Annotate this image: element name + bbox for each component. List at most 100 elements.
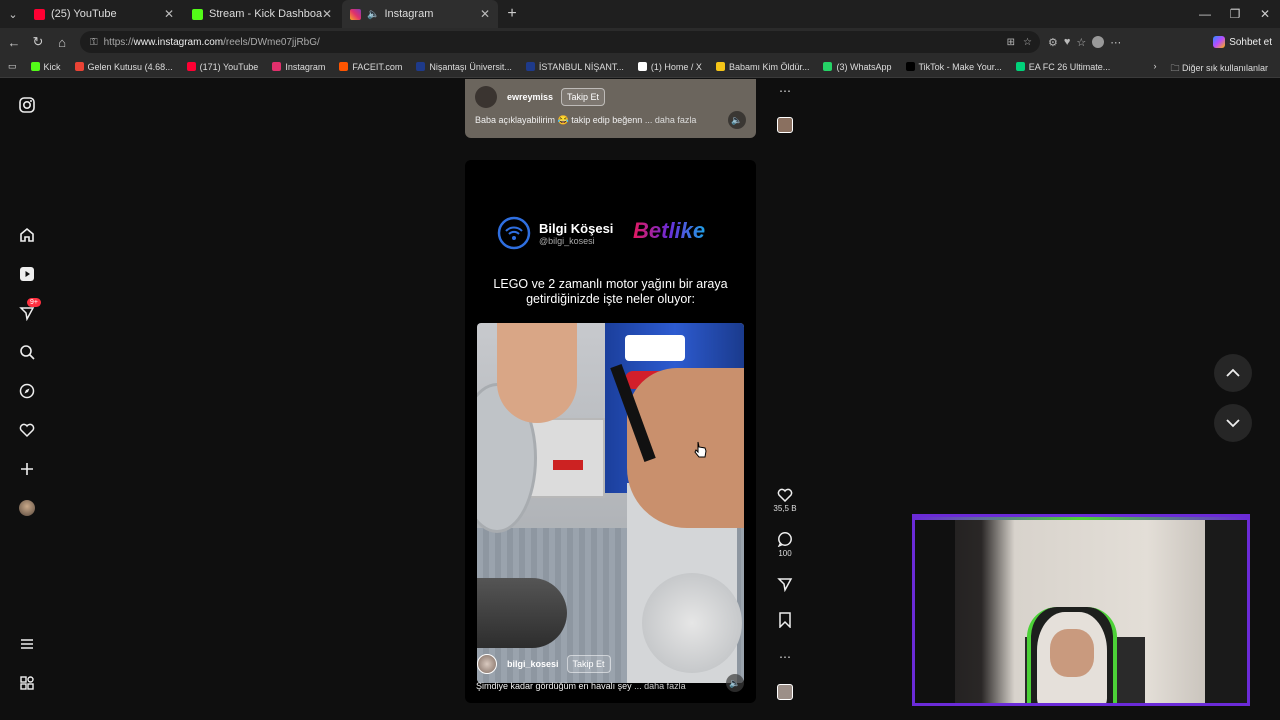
back-icon[interactable]: ← — [2, 35, 26, 50]
tab-list-dropdown[interactable]: ⌄ — [0, 0, 26, 28]
bookmark-label: (3) WhatsApp — [836, 61, 892, 72]
restore-button[interactable]: ❐ — [1220, 0, 1250, 28]
create-icon[interactable] — [17, 459, 37, 479]
bookmark-favicon-icon — [339, 62, 349, 71]
close-icon[interactable]: ✕ — [164, 7, 174, 21]
app-available-icon[interactable]: ⊞ — [1007, 37, 1015, 48]
search-icon[interactable] — [17, 342, 37, 362]
bookmark-favicon-icon — [823, 62, 833, 71]
heart-icon[interactable] — [17, 420, 37, 440]
bookmarks-bar: ▭ Kick Gelen Kutusu (4.68... (171) YouTube… — [0, 56, 1280, 78]
follow-button[interactable]: Takip Et — [561, 88, 606, 106]
bookmark-item[interactable]: FACEIT.com — [339, 62, 402, 72]
brand-name: Bilgi Köşesi — [539, 220, 614, 236]
audio-icon[interactable]: 🔈 — [728, 111, 746, 129]
bookmark-label: FACEIT.com — [352, 61, 403, 72]
webcam-overlay — [912, 514, 1250, 706]
close-icon[interactable]: ✕ — [322, 7, 332, 21]
bookmark-item[interactable]: Gelen Kutusu (4.68... — [74, 61, 173, 72]
bookmark-item[interactable]: (171) YouTube — [186, 62, 258, 72]
lock-icon: ⚿ — [90, 36, 98, 48]
next-reel-button[interactable] — [1214, 404, 1252, 442]
previous-reel[interactable]: ewreymiss Takip Et Baba açıklayabilirim … — [465, 79, 756, 138]
copilot-icon — [1213, 36, 1226, 48]
copilot-button[interactable]: Sohbet et — [1213, 36, 1272, 48]
hand-left — [497, 323, 577, 423]
bookmark-favicon-icon — [525, 62, 535, 71]
tab-kick[interactable]: Stream - Kick Dashboard ✕ — [184, 0, 340, 28]
menu-icon[interactable] — [17, 634, 37, 654]
previous-reel-button[interactable] — [1214, 354, 1252, 392]
bookmark-favicon-icon — [715, 62, 725, 71]
brand-handle: @bilgi_kosesi — [539, 235, 595, 246]
bookmark-favicon-icon — [74, 62, 84, 71]
more-icon[interactable]: ⋯ — [1110, 36, 1121, 49]
audio-thumbnail[interactable] — [772, 117, 798, 135]
instagram-logo-icon[interactable] — [17, 95, 37, 115]
bookmark-item[interactable]: TikTok - Make Your... — [905, 62, 1002, 72]
browser-essentials-icon[interactable]: ♥ — [1064, 36, 1071, 49]
follow-button[interactable]: Takip Et — [566, 655, 611, 673]
headline-line-2: getirdiğinizde işte neler oluyor: — [526, 292, 695, 306]
share-button[interactable] — [772, 576, 798, 594]
more-options-icon[interactable]: ⋯ — [772, 84, 798, 98]
window-controls: — ❐ ✕ — [1190, 0, 1280, 28]
close-icon[interactable]: ✕ — [480, 7, 490, 21]
extensions-icon[interactable]: ⚙ — [1048, 36, 1058, 49]
address-bar[interactable]: ⚿ https://www.instagram.com/reels/DWme07… — [80, 31, 1040, 53]
lego-engine — [525, 418, 605, 498]
reel-username[interactable]: bilgi_kosesi — [507, 659, 559, 669]
reels-icon[interactable] — [17, 264, 37, 284]
video-frame[interactable] — [477, 323, 744, 683]
share-icon — [777, 578, 793, 593]
profile-avatar[interactable] — [17, 498, 37, 518]
audio-thumbnail[interactable] — [772, 684, 798, 702]
other-bookmarks[interactable]: 🗀 Diğer sık kullanılanlar — [1170, 61, 1268, 77]
speaker-icon[interactable]: 🔈 — [367, 9, 379, 20]
chevron-up-icon — [1226, 368, 1240, 377]
tab-youtube[interactable]: (25) YouTube ✕ — [26, 0, 182, 28]
more-link[interactable]: ... daha fazla — [634, 681, 686, 691]
home-icon[interactable] — [17, 225, 37, 245]
bookmark-item[interactable]: Babamı Kim Öldür... — [715, 62, 809, 72]
save-button[interactable] — [772, 612, 798, 630]
tab-instagram[interactable]: 🔈 Instagram ✕ — [342, 0, 498, 28]
more-bookmarks-icon[interactable]: › — [1153, 61, 1156, 77]
messages-icon[interactable]: 9+ — [17, 298, 41, 323]
audio-icon[interactable]: 🔈 — [726, 674, 744, 692]
more-options-icon[interactable]: ⋯ — [772, 650, 798, 664]
also-from-meta-icon[interactable] — [17, 673, 37, 693]
favorite-star-icon[interactable]: ☆ — [1023, 37, 1032, 48]
url-path: /reels/DWme07jjRbG/ — [223, 36, 320, 48]
refresh-icon[interactable]: ↻ — [26, 34, 50, 50]
mouse-cursor-icon — [694, 441, 707, 458]
comment-button[interactable]: 100 — [772, 531, 798, 558]
bookmark-item[interactable]: İSTANBUL NİŞANT... — [525, 61, 624, 72]
bookmark-item[interactable]: EA FC 26 Ultimate... — [1015, 62, 1110, 72]
bookmarks-toggle-icon[interactable]: ▭ — [8, 61, 17, 72]
avatar[interactable] — [477, 654, 497, 674]
bookmark-label: İSTANBUL NİŞANT... — [538, 61, 624, 72]
more-link[interactable]: ... daha fazla — [645, 115, 697, 125]
favorites-icon[interactable]: ☆ — [1076, 36, 1086, 49]
reel-video[interactable]: Bilgi Köşesi @bilgi_kosesi Betlike LEGO … — [465, 160, 756, 703]
bookmark-item[interactable]: Kick — [30, 62, 61, 72]
like-button[interactable]: 35,5 B — [772, 487, 798, 513]
close-window-button[interactable]: ✕ — [1250, 0, 1280, 28]
bookmark-item[interactable]: Nişantaşı Üniversit... — [416, 62, 512, 72]
bookmark-icon — [779, 612, 791, 629]
profile-icon[interactable] — [1092, 35, 1105, 48]
bookmark-item[interactable]: (1) Home / X — [637, 62, 702, 72]
bookmark-item[interactable]: Instagram — [272, 62, 325, 72]
copilot-label: Sohbet et — [1229, 36, 1272, 48]
minimize-button[interactable]: — — [1190, 0, 1220, 28]
bookmark-label: Gelen Kutusu (4.68... — [87, 61, 173, 72]
explore-icon[interactable] — [17, 381, 37, 401]
avatar[interactable] — [475, 86, 497, 108]
home-icon[interactable]: ⌂ — [50, 35, 74, 50]
folder-icon: 🗀 — [1170, 63, 1182, 73]
reel-username[interactable]: ewreymiss — [507, 92, 553, 102]
new-tab-button[interactable]: + — [500, 5, 524, 23]
bookmark-favicon-icon — [905, 62, 915, 71]
bookmark-item[interactable]: (3) WhatsApp — [823, 61, 892, 72]
